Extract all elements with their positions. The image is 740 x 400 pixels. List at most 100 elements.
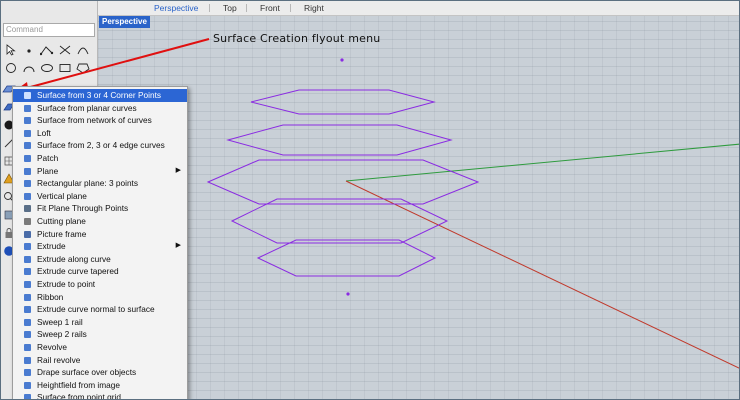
menu-item-label: Cutting plane: [37, 216, 86, 226]
circle-icon[interactable]: [3, 60, 19, 76]
submenu-arrow-icon: ▶: [175, 166, 181, 174]
menu-item-label: Loft: [37, 127, 51, 138]
tab-right[interactable]: Right: [304, 2, 324, 14]
menu-item-label: Extrude along curve: [37, 253, 111, 264]
tab-separator: [209, 4, 210, 12]
tab-separator: [246, 4, 247, 12]
menu-item-icon: [24, 155, 31, 162]
tab-front[interactable]: Front: [260, 2, 280, 14]
menu-item-icon: [24, 243, 31, 251]
menu-item[interactable]: Plane ▶: [13, 165, 187, 178]
menu-item-label: Plane: [37, 165, 59, 176]
rhino-window: Command Perspective Top Front Right Pers…: [0, 0, 740, 400]
menu-item-label: Surface from point grid: [37, 392, 121, 400]
rectangle-icon[interactable]: [57, 60, 73, 76]
polygon-icon[interactable]: [75, 60, 91, 76]
menu-item[interactable]: Rectangular plane: 3 points: [13, 177, 187, 190]
menu-item-label: Heightfield from image: [37, 379, 121, 390]
menu-item-label: Drape surface over objects: [37, 367, 137, 378]
menu-item-icon: [24, 394, 31, 399]
menu-item-icon: [24, 167, 31, 175]
menu-item-icon: [24, 230, 31, 238]
menu-item[interactable]: Extrude curve normal to surface: [13, 303, 187, 316]
menu-item-icon: [24, 218, 31, 225]
menu-item-label: Surface from 2, 3 or 4 edge curves: [37, 140, 165, 151]
menu-item[interactable]: Extrude curve tapered: [13, 265, 187, 278]
line-icon[interactable]: [57, 42, 73, 58]
curve-icon[interactable]: [75, 42, 91, 58]
menu-item-label: Extrude curve tapered: [37, 266, 119, 277]
surface-creation-flyout-menu: Surface from 3 or 4 Corner Points Surface…: [12, 86, 188, 400]
menu-item-label: Sweep 2 rails: [37, 329, 87, 340]
menu-item-icon: [24, 281, 31, 288]
menu-item-icon: [24, 356, 31, 364]
menu-item-label: Extrude to point: [37, 279, 96, 289]
menu-item-icon: [24, 129, 31, 137]
menu-item[interactable]: Extrude to point: [13, 278, 187, 291]
point-icon[interactable]: [21, 42, 37, 58]
menu-item-label: Fit Plane Through Points: [37, 203, 129, 214]
arc-icon[interactable]: [21, 60, 37, 76]
tab-separator: [290, 4, 291, 12]
perspective-viewport[interactable]: [98, 16, 739, 399]
menu-item-icon: [24, 104, 31, 112]
menu-item-label: Picture frame: [37, 228, 87, 239]
menu-item[interactable]: Surface from network of curves: [13, 114, 187, 127]
menu-item[interactable]: Sweep 2 rails: [13, 328, 187, 341]
menu-item[interactable]: Rail revolve: [13, 354, 187, 367]
menu-item[interactable]: Loft: [13, 127, 187, 140]
menu-item[interactable]: Surface from planar curves: [13, 102, 187, 115]
menu-item-icon: [24, 331, 31, 339]
ellipse-icon[interactable]: [39, 60, 55, 76]
menu-item-icon: [24, 268, 31, 276]
menu-item[interactable]: Surface from 3 or 4 Corner Points: [13, 89, 187, 102]
menu-item-icon: [24, 381, 31, 389]
tab-top[interactable]: Top: [223, 2, 237, 14]
menu-item-label: Vertical plane: [37, 190, 87, 201]
menu-item-label: Ribbon: [37, 291, 64, 302]
menu-item-icon: [24, 306, 31, 314]
command-input[interactable]: Command: [3, 23, 95, 37]
menu-item-icon: [24, 180, 31, 188]
tab-perspective[interactable]: Perspective: [154, 2, 198, 14]
menu-item[interactable]: Surface from point grid: [13, 391, 187, 400]
menu-item-label: Sweep 1 rail: [37, 316, 83, 327]
menu-item[interactable]: Ribbon: [13, 291, 187, 304]
viewport-tab-bar: Perspective Top Front Right: [98, 1, 739, 16]
menu-item-icon: [24, 293, 31, 301]
menu-item[interactable]: Vertical plane: [13, 190, 187, 203]
menu-item[interactable]: Fit Plane Through Points: [13, 202, 187, 215]
menu-item-label: Rectangular plane: 3 points: [37, 178, 139, 189]
polyline-icon[interactable]: [39, 42, 55, 58]
viewport-title[interactable]: Perspective: [99, 16, 150, 28]
menu-item[interactable]: Drape surface over objects: [13, 366, 187, 379]
menu-item-icon: [24, 318, 31, 326]
menu-item-label: Surface from planar curves: [37, 102, 137, 113]
menu-item-icon: [24, 344, 31, 351]
menu-item[interactable]: Cutting plane: [13, 215, 187, 228]
menu-item-label: Extrude curve normal to surface: [37, 304, 155, 315]
menu-item-icon: [24, 92, 31, 99]
menu-item-icon: [24, 117, 31, 125]
select-arrow-icon[interactable]: [3, 42, 19, 58]
menu-item-icon: [24, 205, 31, 213]
menu-item[interactable]: Picture frame: [13, 228, 187, 241]
menu-item-icon: [24, 255, 31, 263]
menu-item-label: Patch: [37, 153, 59, 163]
menu-item[interactable]: Revolve: [13, 341, 187, 354]
menu-item-label: Rail revolve: [37, 354, 81, 365]
menu-item[interactable]: Patch: [13, 152, 187, 165]
menu-item[interactable]: Extrude ▶: [13, 240, 187, 253]
menu-item-icon: [24, 192, 31, 200]
submenu-arrow-icon: ▶: [175, 242, 181, 250]
menu-item[interactable]: Heightfield from image: [13, 379, 187, 392]
menu-item-label: Extrude: [37, 241, 66, 252]
annotation-label: Surface Creation flyout menu: [213, 32, 381, 45]
menu-item-label: Surface from network of curves: [37, 115, 152, 126]
menu-item[interactable]: Surface from 2, 3 or 4 edge curves: [13, 139, 187, 152]
menu-item-label: Surface from 3 or 4 Corner Points: [37, 90, 162, 100]
menu-item-icon: [24, 142, 31, 150]
menu-item[interactable]: Sweep 1 rail: [13, 316, 187, 329]
menu-item-icon: [24, 369, 31, 377]
menu-item[interactable]: Extrude along curve: [13, 253, 187, 266]
